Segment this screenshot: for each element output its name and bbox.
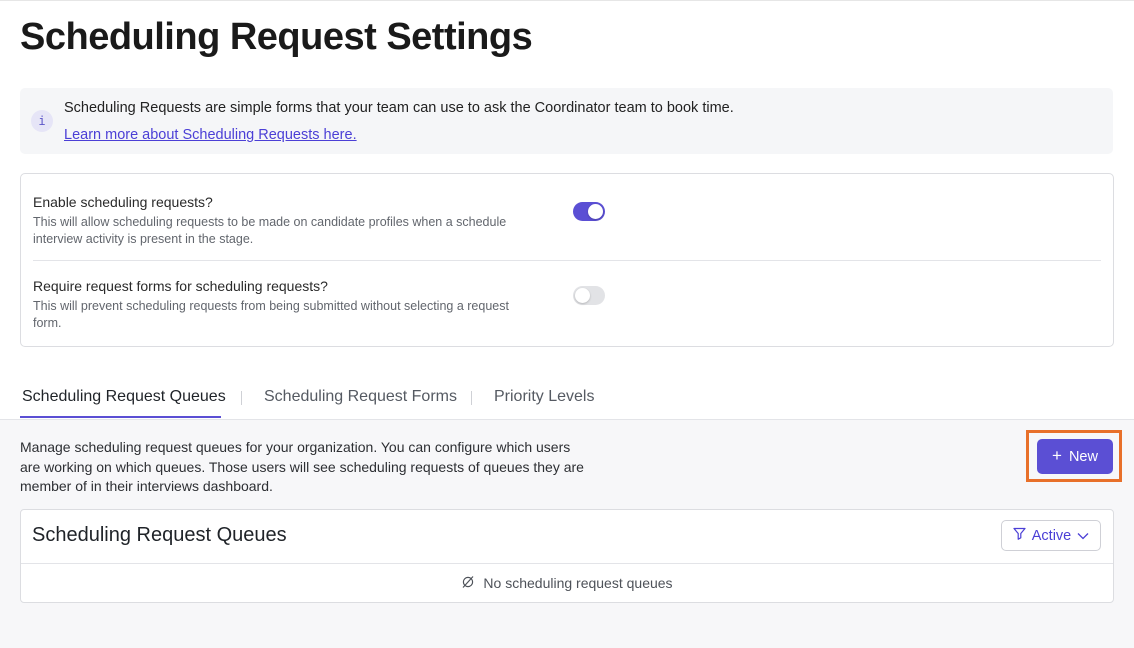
- require-forms-toggle[interactable]: [573, 286, 605, 305]
- tab-priority-levels[interactable]: Priority Levels: [494, 388, 594, 406]
- empty-state-text: No scheduling request queues: [483, 575, 673, 591]
- setting-title: Require request forms for scheduling req…: [33, 278, 328, 294]
- tab-scheduling-request-queues[interactable]: Scheduling Request Queues: [22, 388, 226, 406]
- toggle-knob: [588, 204, 603, 219]
- setting-description: This will allow scheduling requests to b…: [33, 215, 507, 246]
- queues-card-header: Scheduling Request Queues Active: [21, 510, 1113, 564]
- setting-description: This will prevent scheduling requests fr…: [33, 299, 509, 330]
- empty-state: No scheduling request queues: [21, 564, 1113, 602]
- tab-bar: Scheduling Request Queues Scheduling Req…: [0, 380, 1134, 420]
- settings-card: Enable scheduling requests? This will al…: [20, 173, 1114, 347]
- plus-icon: +: [1052, 446, 1062, 465]
- queues-panel: Manage scheduling request queues for you…: [0, 420, 1134, 648]
- empty-set-icon: [461, 575, 475, 592]
- enable-requests-toggle[interactable]: [573, 202, 605, 221]
- setting-require-forms: Require request forms for scheduling req…: [33, 278, 1101, 332]
- info-banner: i Scheduling Requests are simple forms t…: [20, 88, 1113, 154]
- tab-separator: [241, 391, 242, 405]
- info-icon: i: [31, 110, 53, 132]
- tab-scheduling-request-forms[interactable]: Scheduling Request Forms: [264, 388, 457, 406]
- chevron-down-icon: [1077, 528, 1089, 544]
- queues-card: Scheduling Request Queues Active No sche…: [20, 509, 1114, 603]
- top-border: [0, 0, 1134, 1]
- filter-icon: [1013, 527, 1026, 544]
- new-queue-button[interactable]: + New: [1037, 439, 1113, 474]
- status-filter-dropdown[interactable]: Active: [1001, 520, 1101, 551]
- setting-enable-requests: Enable scheduling requests? This will al…: [33, 194, 1101, 248]
- info-banner-text: Scheduling Requests are simple forms tha…: [64, 100, 734, 116]
- new-button-label: New: [1068, 448, 1098, 465]
- toggle-knob: [575, 288, 590, 303]
- page-title: Scheduling Request Settings: [20, 16, 533, 58]
- queues-description: Manage scheduling request queues for you…: [20, 439, 584, 494]
- queues-card-title: Scheduling Request Queues: [32, 524, 287, 546]
- active-tab-indicator: [20, 416, 221, 418]
- learn-more-link[interactable]: Learn more about Scheduling Requests her…: [64, 127, 357, 143]
- settings-divider: [33, 260, 1101, 261]
- tab-separator: [471, 391, 472, 405]
- filter-label: Active: [1031, 527, 1072, 544]
- setting-title: Enable scheduling requests?: [33, 194, 213, 210]
